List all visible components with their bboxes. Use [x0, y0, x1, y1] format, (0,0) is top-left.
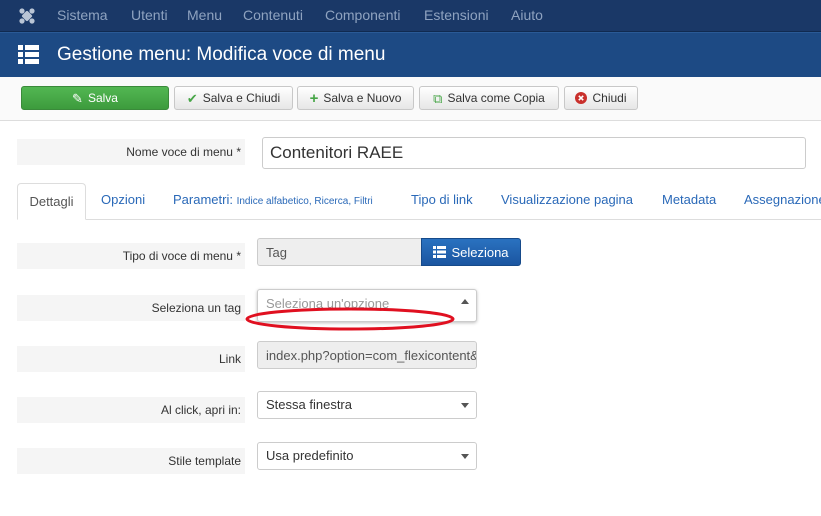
- toolbar: ✎ Salva ✔ Salva e Chiudi + Salva e Nuovo…: [0, 77, 821, 121]
- tab-parameters-sub: Indice alfabetico, Ricerca, Filtri: [236, 196, 373, 207]
- list-icon: [433, 246, 447, 258]
- menu-estensioni[interactable]: Estensioni: [424, 7, 489, 23]
- link-field: index.php?option=com_flexicontent&: [257, 341, 477, 369]
- check-icon: ✔: [186, 90, 198, 106]
- menu-sistema[interactable]: Sistema: [57, 7, 108, 23]
- chevron-down-icon: [461, 454, 469, 459]
- select-type-label: Seleziona: [451, 244, 509, 260]
- admin-menu-bar: Sistema Utenti Menu Contenuti Componenti…: [0, 0, 821, 32]
- plus-icon: +: [309, 89, 319, 107]
- page-header: Gestione menu: Modifica voce di menu: [0, 32, 821, 77]
- tab-page-display[interactable]: Visualizzazione pagina: [501, 192, 633, 207]
- save-copy-label: Salva come Copia: [447, 91, 545, 105]
- page-title: Gestione menu: Modifica voce di menu: [57, 44, 386, 65]
- tag-select-placeholder: Seleziona un'opzione: [266, 296, 390, 311]
- template-select[interactable]: Usa predefinito: [257, 442, 477, 470]
- tab-parameters-label: Parametri:: [173, 192, 233, 207]
- tag-label: Seleziona un tag: [17, 295, 245, 321]
- save-copy-button[interactable]: ⧉ Salva come Copia: [419, 86, 559, 110]
- close-button-label: Chiudi: [592, 91, 627, 105]
- save-new-button[interactable]: + Salva e Nuovo: [297, 86, 414, 110]
- copy-icon: ⧉: [433, 90, 443, 106]
- tab-metadata[interactable]: Metadata: [662, 192, 716, 207]
- target-select-value: Stessa finestra: [266, 397, 352, 412]
- tab-assignment[interactable]: Assegnazione: [744, 192, 821, 207]
- link-label: Link: [17, 346, 245, 372]
- menu-contenuti[interactable]: Contenuti: [243, 7, 303, 23]
- tabs-divider: [17, 219, 821, 220]
- menu-componenti[interactable]: Componenti: [325, 7, 401, 23]
- menu-menu[interactable]: Menu: [187, 7, 222, 23]
- name-label: Nome voce di menu *: [17, 139, 245, 165]
- close-circle-icon: [575, 92, 588, 104]
- type-label: Tipo di voce di menu *: [17, 243, 245, 269]
- menu-utenti[interactable]: Utenti: [131, 7, 168, 23]
- chevron-down-icon: [461, 403, 469, 408]
- target-select[interactable]: Stessa finestra: [257, 391, 477, 419]
- joomla-logo-icon[interactable]: [18, 7, 36, 25]
- tab-link-type[interactable]: Tipo di link: [411, 192, 473, 207]
- tab-parameters[interactable]: Parametri: Indice alfabetico, Ricerca, F…: [173, 192, 373, 207]
- type-field: Tag: [257, 238, 421, 266]
- template-select-value: Usa predefinito: [266, 448, 354, 463]
- save-button-label: Salva: [87, 91, 118, 105]
- select-type-button[interactable]: Seleziona: [421, 238, 521, 266]
- target-label: Al click, apri in:: [17, 397, 245, 423]
- save-close-label: Salva e Chiudi: [202, 91, 281, 105]
- save-button[interactable]: ✎ Salva: [21, 86, 169, 110]
- edit-icon: ✎: [72, 90, 83, 106]
- caret-up-icon: [461, 299, 469, 304]
- name-input[interactable]: Contenitori RAEE: [262, 137, 806, 169]
- list-icon: [18, 45, 39, 64]
- template-label: Stile template: [17, 448, 245, 474]
- tab-details[interactable]: Dettagli: [17, 183, 86, 220]
- menu-aiuto[interactable]: Aiuto: [511, 7, 543, 23]
- close-button[interactable]: Chiudi: [564, 86, 638, 110]
- tab-options[interactable]: Opzioni: [101, 192, 145, 207]
- save-close-button[interactable]: ✔ Salva e Chiudi: [174, 86, 293, 110]
- save-new-label: Salva e Nuovo: [323, 91, 402, 105]
- tag-select[interactable]: Seleziona un'opzione: [257, 289, 477, 322]
